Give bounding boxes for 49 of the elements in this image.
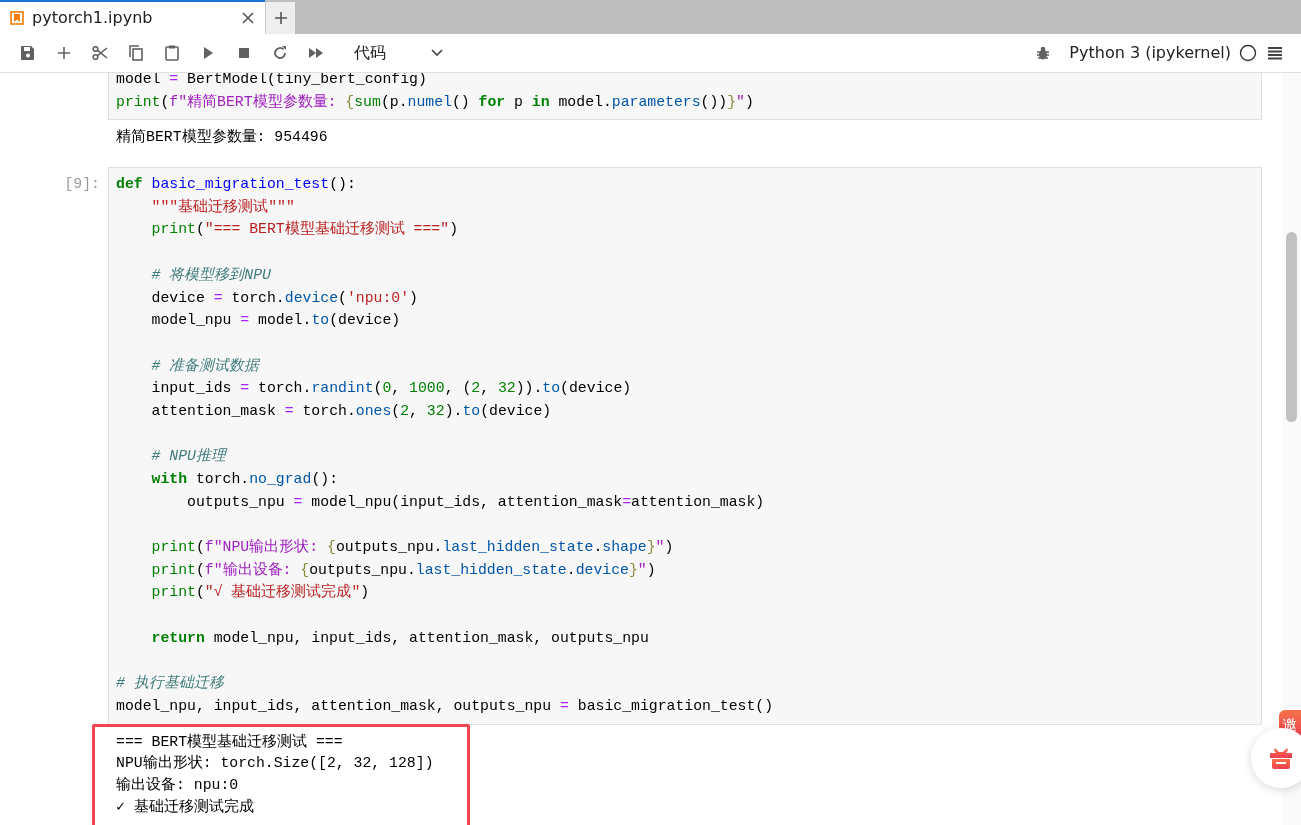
notebook-icon [10,11,24,25]
code-line: model_npu = model.to(device) [150,311,402,331]
code-line: """基础迁移测试""" [150,197,296,217]
close-tab-button[interactable] [241,11,255,25]
code-line: print(f"NPU输出形状: {outputs_npu.last_hidden_state.shape}") [150,537,675,558]
execution-count: [9]: [64,176,100,193]
code-line: input_ids = torch.randint(0, 1000, (2, 32)).to(device) [150,379,633,399]
clipboard-icon [163,44,181,62]
caret-icon [430,48,444,58]
code-line: print(f"输出设备: {outputs_npu.last_hidden_state.device}") [150,560,657,580]
output-line: 输出设备: npu:0 [116,775,240,795]
scrollbar-thumb[interactable] [1286,232,1297,422]
output-line: 精简BERT模型参数量: 954496 [116,127,328,148]
code-line: device = torch.device('npu:0') [150,288,419,308]
code-line: # 将模型移到NPU [150,265,272,285]
code-line: outputs_npu = model_npu(input_ids, attention_mask=attention_mask) [186,492,766,512]
add-icon [273,11,288,25]
bug-icon [1035,45,1052,61]
code-line: model_npu, input_ids, attention_mask, outputs_npu = basic_migration_test() [116,696,775,716]
notebook-tab[interactable]: pytorch1.ipynb [0,0,265,34]
code-line: print(f"精简BERT模型参数量: {sum(p.numel() for p in model.parameters())}") [116,92,755,112]
new-tab-button[interactable] [265,2,295,34]
cell-type-dropdown[interactable]: 代码 [334,41,444,65]
add-icon [55,44,73,62]
code-cell-input[interactable] [108,167,1262,725]
code-line: return model_npu, input_ids, attention_mask, outputs_npu [150,628,650,648]
code-line: with torch.no_grad(): [150,470,340,489]
code-line: # 执行基础迁移 [116,673,226,694]
scrollbar[interactable] [1282,73,1301,825]
kernel-name[interactable]: Python 3 (ipykernel) [1061,40,1239,66]
output-line: === BERT模型基础迁移测试 === [116,732,344,752]
code-line: # NPU推理 [150,447,228,467]
gift-icon [1269,747,1293,769]
code-line: print("=== BERT模型基础迁移测试 ===") [150,219,460,240]
code-line: def basic_migration_test(): [116,175,357,195]
code-line: attention_mask = torch.ones(2, 32).to(device) [150,401,553,421]
code-cell-input[interactable]: model = BertModel(tiny_bert_config) print(f"精简BERT模型参数量: {sum(p.numel() for p in model.parameters())}") [108,73,1262,121]
menu-icon [1267,45,1283,61]
tab-title: pytorch1.ipynb [32,7,154,29]
output-line: ✓ 基础迁移测试完成 [116,797,255,817]
scissors-icon [91,44,109,62]
restart-icon [271,44,289,62]
code-line: print("√ 基础迁移测试完成") [150,582,371,603]
output-line: NPU输出形状: torch.Size([2, 32, 128]) [116,753,434,774]
code-line: # 准备测试数据 [150,356,261,376]
copy-icon [127,44,145,62]
code-line: model = BertModel(tiny_bert_config) [116,73,428,89]
save-icon [19,44,37,62]
close-icon [241,11,255,25]
